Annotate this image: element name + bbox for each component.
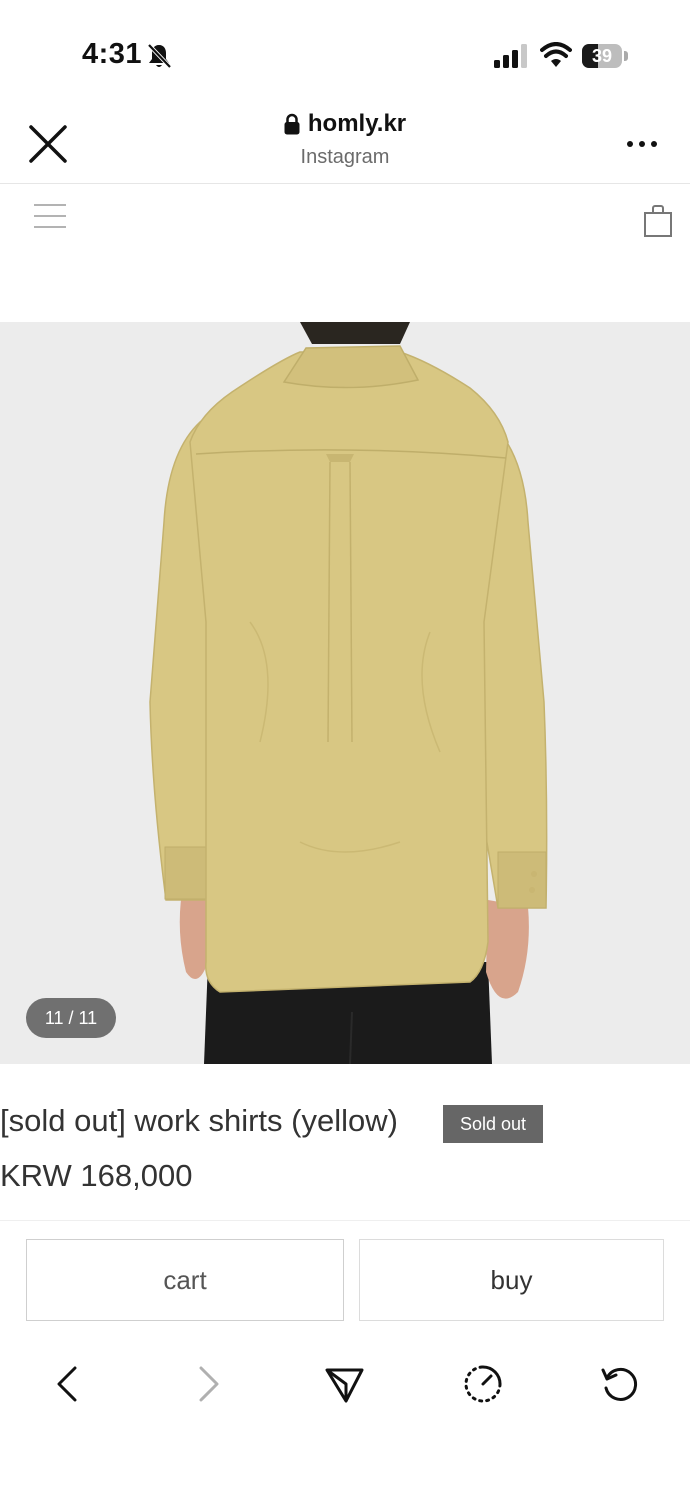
product-title: [sold out] work shirts (yellow) [0, 1103, 398, 1138]
back-icon[interactable] [46, 1362, 90, 1406]
reload-icon[interactable] [598, 1362, 642, 1406]
site-address: homly.kr [0, 110, 690, 138]
image-counter: 11 / 11 [26, 998, 116, 1038]
cart-button[interactable]: cart [26, 1239, 344, 1321]
shirt-photo [0, 322, 690, 1064]
menu-icon[interactable] [32, 202, 68, 232]
bell-slash-icon [147, 43, 172, 69]
share-icon[interactable] [322, 1362, 366, 1406]
product-image[interactable] [0, 322, 690, 1064]
history-icon[interactable] [461, 1362, 505, 1406]
cellular-signal-icon [494, 44, 527, 68]
info-divider [0, 1220, 690, 1221]
battery-icon: 39 [582, 44, 628, 68]
more-icon[interactable] [624, 132, 660, 156]
site-source: Instagram [300, 146, 390, 168]
sold-out-badge: Sold out [443, 1105, 543, 1143]
buy-button[interactable]: buy [359, 1239, 664, 1321]
header-divider [0, 183, 690, 184]
product-price: KRW 168,000 [0, 1158, 193, 1193]
shopping-bag-icon[interactable] [642, 204, 674, 238]
shirt-body-shape [189, 351, 509, 993]
wifi-icon [540, 42, 572, 67]
status-time: 4:31 [82, 38, 143, 70]
forward-icon[interactable] [186, 1362, 230, 1406]
lock-icon [284, 113, 300, 135]
site-domain: homly.kr [307, 110, 407, 137]
battery-label: 39 [591, 46, 613, 66]
